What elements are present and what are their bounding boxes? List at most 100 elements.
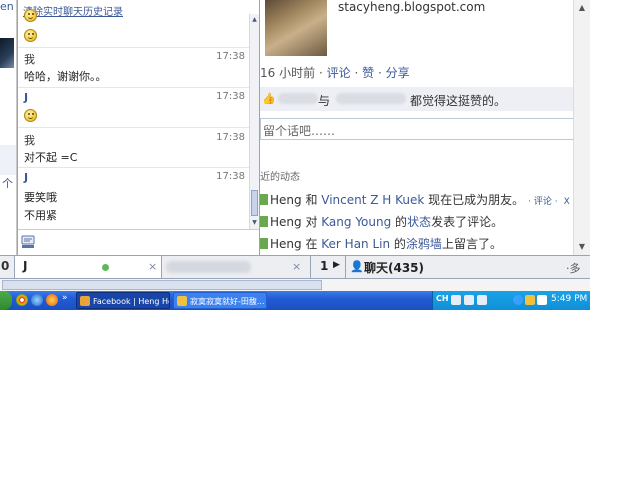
- like-link[interactable]: 赞: [362, 66, 374, 80]
- horizontal-scrollbar[interactable]: [0, 279, 590, 291]
- left-edge-photo[interactable]: [0, 38, 14, 68]
- keyboard-icon[interactable]: [451, 295, 461, 305]
- quick-launch-more-icon[interactable]: »: [62, 293, 68, 303]
- message-time: 17:38: [216, 91, 245, 102]
- horizontal-scroll-thumb[interactable]: [2, 280, 322, 290]
- status-link[interactable]: 状态: [407, 215, 431, 229]
- likes-connector: 与: [318, 94, 331, 108]
- task-label: Facebook | Heng Hoe...: [93, 297, 169, 306]
- emoticon-picker-icon[interactable]: [21, 235, 35, 249]
- separator: ·: [354, 66, 359, 80]
- windows-taskbar: » Facebook | Heng Hoe... 寂寞寂寞就好-田馥... CH…: [0, 291, 590, 310]
- ime-icon[interactable]: [464, 295, 474, 305]
- activity-comment-link[interactable]: · 评论 ·: [528, 197, 557, 207]
- volume-icon[interactable]: [537, 295, 547, 305]
- taskbar-task[interactable]: 寂寞寂寞就好-田馥...: [173, 292, 267, 309]
- message-text: 哈哈，谢谢你。。: [24, 70, 107, 83]
- chat-bar-count: 0: [1, 259, 10, 273]
- close-icon[interactable]: ×: [292, 260, 301, 273]
- message-sender: 我: [24, 53, 35, 66]
- scroll-up-icon[interactable]: ▲: [574, 0, 590, 16]
- profile-link[interactable]: Kang Young: [321, 215, 391, 229]
- chat-tab-name: J: [23, 259, 28, 273]
- message-text: 不用紧: [24, 209, 57, 222]
- post-meta: 16 小时前 · 评论 · 赞 · 分享: [260, 64, 410, 81]
- taskbar-task-active[interactable]: Facebook | Heng Hoe...: [76, 292, 170, 309]
- close-icon[interactable]: ×: [148, 260, 157, 273]
- share-link[interactable]: 分享: [386, 66, 410, 80]
- network-icon[interactable]: [513, 295, 523, 305]
- language-indicator[interactable]: CH: [436, 294, 449, 303]
- friend-icon: [260, 194, 268, 205]
- user-icon: 👤: [350, 260, 364, 273]
- activity-item: Heng 和 Vincent Z H Kuek 现在已成为朋友。 · 评论 · X: [260, 191, 570, 208]
- scroll-up-icon[interactable]: ▲: [251, 16, 258, 23]
- system-clock: 5:49 PM: [551, 294, 588, 304]
- wall-link[interactable]: 涂鸦墙: [406, 237, 442, 251]
- chevron-right-icon[interactable]: ▶: [333, 260, 340, 270]
- post-count: 16: [260, 66, 276, 80]
- chat-input[interactable]: [18, 229, 259, 256]
- blurred-name: [278, 93, 318, 104]
- blurred-name: [166, 261, 251, 273]
- message-text: 对不起 =C: [24, 151, 78, 164]
- profile-link[interactable]: Ker Han Lin: [321, 237, 390, 251]
- comment-icon: [260, 216, 268, 227]
- chat-message-block: 我 17:38 对不起 =C: [18, 127, 251, 168]
- blog-link[interactable]: stacyheng.blogspot.com: [338, 0, 485, 14]
- likes-suffix: 都觉得这挺赞的。: [410, 94, 507, 108]
- desktop-screen: en 个 清除实时聊天历史记录 我 17:38 哈哈，谢谢你。。 J 17:38: [0, 0, 590, 310]
- chat-message-block: J 17:38 要笑哦 不用紧: [18, 167, 251, 229]
- activity-text: 发表了评论。: [431, 215, 504, 229]
- gear-icon[interactable]: ·多: [566, 260, 581, 276]
- scroll-down-icon[interactable]: ▼: [574, 239, 590, 255]
- close-icon[interactable]: X: [564, 197, 570, 207]
- firefox-icon[interactable]: [46, 294, 58, 306]
- chat-message-block: 我 17:38 哈哈，谢谢你。。: [18, 47, 251, 88]
- start-button[interactable]: [0, 291, 12, 310]
- activity-text: 现在已成为朋友。: [424, 193, 519, 207]
- online-status-icon: [102, 264, 109, 271]
- post-time: 小时前: [279, 66, 316, 80]
- profile-link[interactable]: Vincent Z H Kuek: [321, 193, 424, 207]
- page-scrollbar[interactable]: ▲ ▼: [573, 0, 590, 255]
- chrome-icon[interactable]: [16, 294, 28, 306]
- post-photo[interactable]: [265, 0, 327, 56]
- chat-tab[interactable]: ×: [162, 256, 311, 278]
- browser-icon: [80, 296, 90, 306]
- messenger-icon[interactable]: [525, 295, 535, 305]
- task-label: 寂寞寂寞就好-田馥...: [190, 297, 265, 306]
- left-sidebar-strip: en 个: [0, 0, 17, 256]
- activity-text: 上留言了。: [441, 237, 502, 251]
- chat-overflow-count[interactable]: 1: [320, 259, 328, 273]
- system-tray: CH 5:49 PM: [432, 291, 590, 310]
- activity-text: 的: [391, 215, 408, 229]
- activity-text: Heng 在: [270, 237, 322, 251]
- chat-scroll-thumb[interactable]: [251, 190, 258, 216]
- internet-explorer-icon[interactable]: [31, 294, 43, 306]
- left-edge-text: en: [0, 0, 14, 13]
- message-text: 要笑哦: [24, 191, 57, 204]
- chat-online-button[interactable]: 👤 聊天(435): [345, 256, 561, 278]
- left-edge-highlight: [0, 145, 16, 175]
- chat-message-block: [18, 9, 251, 48]
- message-sender: 我: [24, 134, 35, 147]
- chat-messages: 我 17:38 哈哈，谢谢你。。 J 17:38 我 17:38 对不起 =C …: [18, 9, 251, 229]
- message-time: 17:38: [216, 132, 245, 143]
- news-feed: stacyheng.blogspot.com 16 小时前 · 评论 · 赞 ·…: [260, 0, 580, 255]
- settings-icon[interactable]: [477, 295, 487, 305]
- chat-message-block: J 17:38: [18, 87, 251, 128]
- smiley-icon: [24, 29, 37, 42]
- scroll-down-icon[interactable]: ▼: [251, 219, 258, 226]
- activity-item: Heng 对 Kang Young 的状态发表了评论。: [260, 213, 503, 230]
- chat-tab-active[interactable]: J ×: [14, 256, 162, 278]
- message-time: 17:38: [216, 171, 245, 182]
- blurred-name: [336, 93, 406, 104]
- activity-text: Heng 对: [270, 215, 322, 229]
- comment-link[interactable]: 评论: [327, 66, 351, 80]
- comment-input[interactable]: 留个话吧……: [260, 118, 578, 140]
- chat-scrollbar[interactable]: ▲ ▼: [249, 14, 259, 229]
- separator: ·: [318, 66, 323, 80]
- left-edge-label: 个: [2, 177, 13, 190]
- message-sender: J: [24, 91, 29, 104]
